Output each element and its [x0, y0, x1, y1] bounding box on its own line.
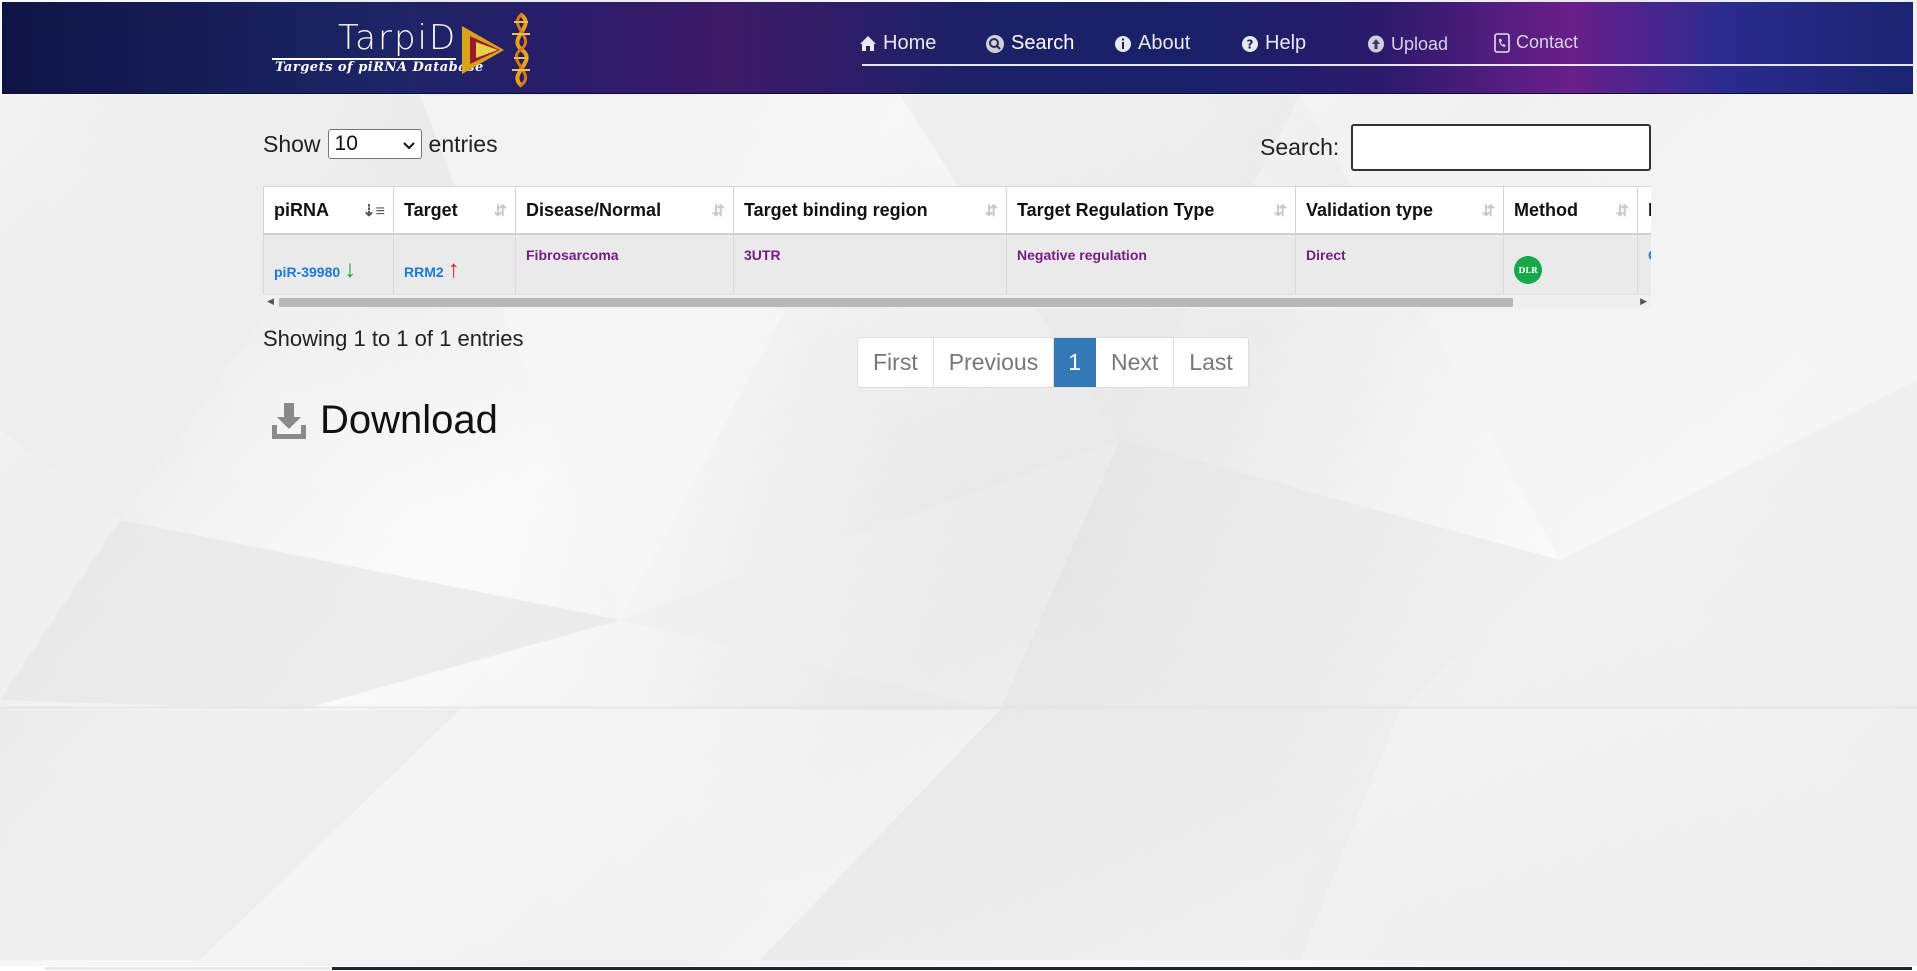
sort-icon: ⇵ — [1273, 203, 1287, 220]
column-label: Validation type — [1306, 199, 1434, 220]
search-label: Search: — [1260, 134, 1340, 160]
column-header-truncated[interactable]: I — [1637, 186, 1651, 235]
nav-search-label: Search — [1011, 32, 1075, 54]
column-label: Target binding region — [744, 199, 928, 220]
bottom-strip-segment — [332, 967, 1912, 970]
sort-icon: ⇵ — [493, 203, 507, 220]
sort-icon: ⇵ — [1615, 203, 1629, 220]
column-header-regulation-type[interactable]: Target Regulation Type ⇵ — [1006, 186, 1296, 235]
table-info: Showing 1 to 1 of 1 entries — [263, 326, 524, 351]
page-current-button[interactable]: 1 — [1054, 338, 1096, 387]
table-search: Search: — [1260, 124, 1652, 171]
download-icon — [270, 401, 308, 441]
chevron-down-icon — [402, 132, 415, 156]
results-table-container: piRNA ⇣≡ Target ⇵ Disease/Normal ⇵ Target b… — [263, 186, 1651, 308]
scroll-right-icon[interactable]: ▶ — [1640, 296, 1647, 307]
target-link[interactable]: RRM2 — [404, 264, 444, 280]
nav-search[interactable]: Search — [985, 32, 1074, 55]
download-link[interactable]: Download — [270, 398, 498, 443]
up-arrow-icon: ↑ — [447, 256, 460, 283]
column-header-binding-region[interactable]: Target binding region ⇵ — [733, 186, 1007, 235]
pirna-link[interactable]: piR-39980 — [274, 264, 340, 280]
nav-contact[interactable]: Contact — [1494, 32, 1578, 53]
scroll-left-icon[interactable]: ◀ — [267, 296, 274, 307]
entries-per-page-select[interactable]: 10 — [327, 129, 422, 159]
nav-upload-label: Upload — [1391, 34, 1449, 54]
sort-ascending-icon: ⇣≡ — [362, 203, 385, 220]
entries-per-page-value: 10 — [334, 132, 358, 155]
site-logo[interactable]: TarpiD Targets of piRNA Database — [272, 12, 542, 88]
nav-about[interactable]: About — [1114, 32, 1190, 55]
sort-icon: ⇵ — [1481, 203, 1495, 220]
column-header-disease[interactable]: Disease/Normal ⇵ — [515, 186, 734, 235]
nav-help[interactable]: ? Help — [1241, 32, 1306, 55]
logo-subtitle: Targets of piRNA Database — [275, 60, 484, 75]
svg-text:?: ? — [1247, 37, 1254, 51]
column-header-pirna[interactable]: piRNA ⇣≡ — [263, 186, 394, 235]
column-header-method[interactable]: Method ⇵ — [1503, 186, 1638, 235]
sort-icon: ⇵ — [711, 203, 725, 220]
bottom-taskbar-strip — [0, 966, 1917, 971]
search-input[interactable] — [1351, 124, 1652, 171]
info-icon — [1114, 35, 1132, 53]
down-arrow-icon: ↓ — [344, 256, 357, 283]
download-label: Download — [320, 398, 498, 442]
nav-upload[interactable]: Upload — [1367, 34, 1448, 55]
horizontal-scrollbar[interactable]: ◀ ▶ — [263, 294, 1651, 309]
search-icon — [985, 34, 1005, 54]
column-label: I — [1648, 199, 1651, 220]
nav-underline — [862, 64, 1914, 66]
bottom-strip-segment — [45, 967, 330, 970]
scrollbar-thumb[interactable] — [279, 298, 1513, 307]
length-suffix: entries — [428, 130, 498, 157]
column-label: Disease/Normal — [526, 199, 662, 220]
dna-logo-icon — [462, 12, 530, 88]
column-label: Target Regulation Type — [1017, 199, 1215, 220]
page-last-button[interactable]: Last — [1174, 338, 1248, 387]
page-previous-button[interactable]: Previous — [933, 338, 1055, 387]
column-label: Target — [404, 199, 458, 220]
method-badge[interactable]: DLR — [1514, 256, 1542, 284]
question-icon: ? — [1241, 35, 1259, 53]
column-label: Method — [1514, 199, 1578, 220]
nav-home[interactable]: Home — [859, 32, 936, 55]
length-prefix: Show — [263, 130, 321, 157]
nav-home-label: Home — [883, 32, 937, 54]
column-header-target[interactable]: Target ⇵ — [393, 186, 516, 235]
upload-icon — [1367, 35, 1385, 55]
entries-length-control: Show 10 entries — [263, 129, 498, 159]
results-table: piRNA ⇣≡ Target ⇵ Disease/Normal ⇵ Target b… — [263, 186, 1651, 305]
home-icon — [859, 35, 877, 53]
pagination: First Previous 1 Next Last — [857, 337, 1249, 388]
page-first-button[interactable]: First — [858, 338, 934, 387]
column-header-validation-type[interactable]: Validation type ⇵ — [1295, 186, 1504, 235]
phone-icon — [1494, 32, 1510, 53]
logo-title: TarpiD — [338, 18, 458, 58]
nav-about-label: About — [1138, 32, 1191, 54]
table-header-row: piRNA ⇣≡ Target ⇵ Disease/Normal ⇵ Target b… — [263, 186, 1651, 235]
column-label: piRNA — [274, 199, 329, 220]
nav-contact-label: Contact — [1516, 32, 1579, 52]
sort-icon: ⇵ — [984, 203, 998, 220]
page-next-button[interactable]: Next — [1096, 338, 1175, 387]
site-header: TarpiD Targets of piRNA Database Home Se… — [2, 2, 1914, 94]
nav-help-label: Help — [1265, 32, 1307, 54]
